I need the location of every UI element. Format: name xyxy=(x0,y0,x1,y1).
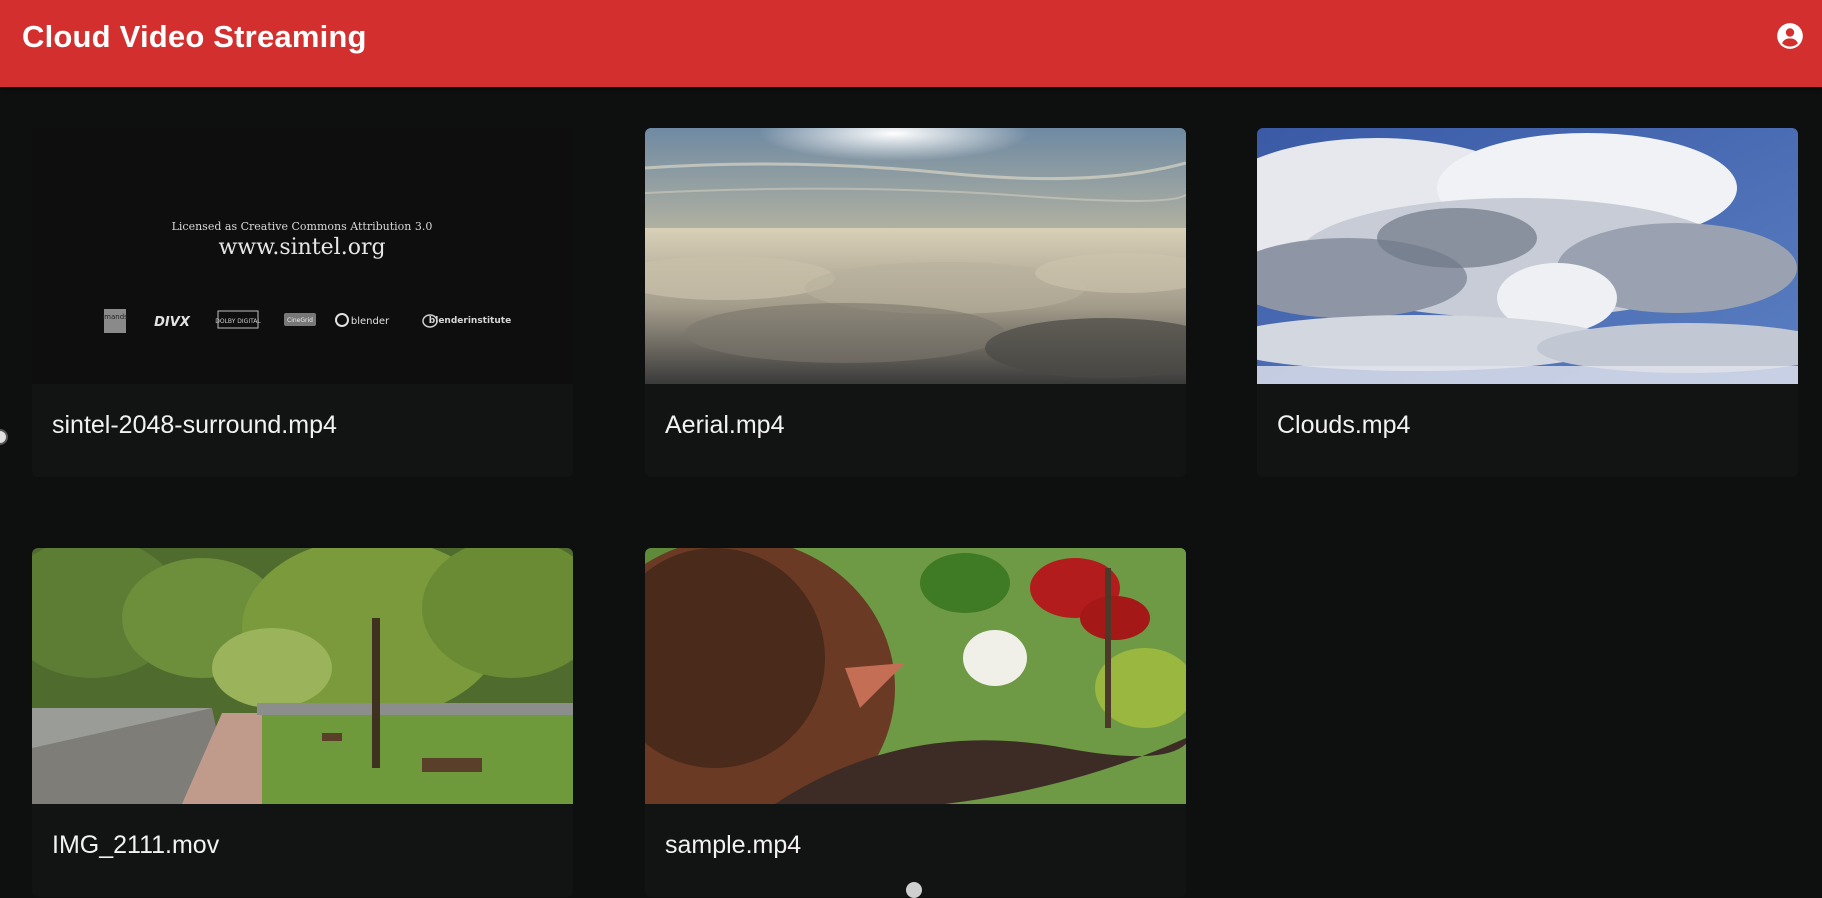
logo-text: DOLBY DIGITAL xyxy=(215,318,261,325)
video-filename[interactable]: Aerial.mp4 xyxy=(665,410,785,440)
thumbnail-url-text: www.sintel.org xyxy=(218,235,385,260)
thumbnail-license-text: Licensed as Creative Commons Attribution… xyxy=(172,220,433,233)
video-card[interactable]: IMG_2111.mov xyxy=(32,548,573,897)
app-bar: Cloud Video Streaming xyxy=(0,0,1822,87)
video-thumbnail: Licensed as Creative Commons Attribution… xyxy=(32,128,573,384)
logo-text: blenderinstitute xyxy=(429,316,511,326)
divx-logo-icon: DIVX xyxy=(154,315,191,330)
video-filename[interactable]: Clouds.mp4 xyxy=(1277,410,1410,440)
scroll-indicator xyxy=(906,882,922,898)
account-circle-icon xyxy=(1777,23,1803,49)
video-thumbnail xyxy=(645,128,1186,384)
video-card[interactable]: sample.mp4 xyxy=(645,548,1186,897)
logo-text: imands xyxy=(102,313,128,321)
account-button[interactable] xyxy=(1776,22,1804,50)
video-thumbnail xyxy=(32,548,573,804)
video-card[interactable]: Licensed as Creative Commons Attribution… xyxy=(32,128,573,477)
video-filename[interactable]: IMG_2111.mov xyxy=(52,830,219,860)
video-card[interactable]: Aerial.mp4 xyxy=(645,128,1186,477)
app-title: Cloud Video Streaming xyxy=(22,19,367,54)
video-filename[interactable]: sintel-2048-surround.mp4 xyxy=(52,410,337,440)
logo-text: CineGrid xyxy=(287,317,313,324)
video-thumbnail xyxy=(1257,128,1798,384)
video-filename[interactable]: sample.mp4 xyxy=(665,830,801,860)
video-card[interactable]: Clouds.mp4 xyxy=(1257,128,1798,477)
logo-text: blender xyxy=(351,316,390,327)
video-thumbnail xyxy=(645,548,1186,804)
drawer-handle[interactable] xyxy=(0,429,8,445)
